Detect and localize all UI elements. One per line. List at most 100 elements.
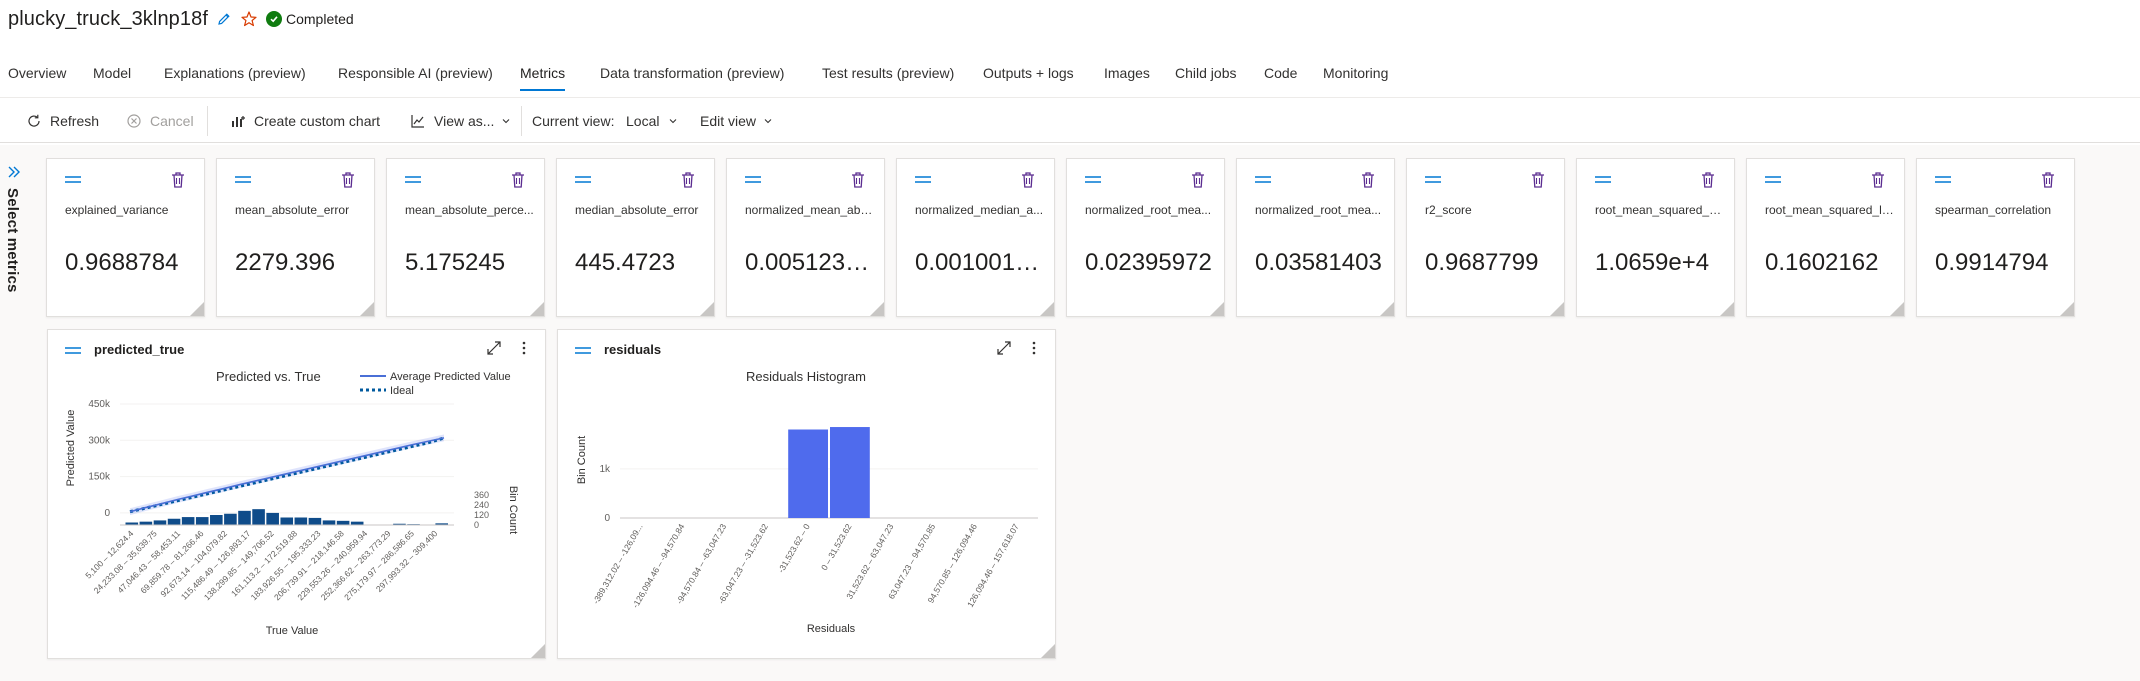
edit-pencil-icon[interactable] bbox=[216, 11, 232, 27]
resize-handle[interactable] bbox=[870, 302, 884, 316]
bin-count-bar bbox=[252, 509, 265, 525]
delete-trash-icon[interactable] bbox=[1700, 171, 1716, 189]
drag-handle-icon[interactable] bbox=[575, 176, 591, 184]
metric-card: normalized_root_mea... 0.03581403 bbox=[1236, 158, 1395, 317]
delete-trash-icon[interactable] bbox=[1020, 171, 1036, 189]
tab-explanations[interactable]: Explanations (preview) bbox=[164, 55, 306, 91]
delete-trash-icon[interactable] bbox=[170, 171, 186, 189]
histogram-bar bbox=[788, 429, 828, 518]
run-title: plucky_truck_3klnp18f bbox=[8, 7, 208, 30]
metric-card: explained_variance 0.9688784 bbox=[46, 158, 205, 317]
metric-name: root_mean_squared_lo... bbox=[1765, 203, 1895, 217]
tab-test-results[interactable]: Test results (preview) bbox=[822, 55, 954, 91]
drag-handle-icon[interactable] bbox=[1425, 176, 1441, 184]
resize-handle[interactable] bbox=[360, 302, 374, 316]
tab-code[interactable]: Code bbox=[1264, 55, 1297, 91]
tab-responsible-ai[interactable]: Responsible AI (preview) bbox=[338, 55, 493, 91]
top-bar: plucky_truck_3klnp18f Completed Overview… bbox=[0, 0, 2140, 145]
delete-trash-icon[interactable] bbox=[680, 171, 696, 189]
metric-card: mean_absolute_error 2279.396 bbox=[216, 158, 375, 317]
tab-outputs-logs[interactable]: Outputs + logs bbox=[983, 55, 1074, 91]
tab-metrics[interactable]: Metrics bbox=[520, 55, 566, 91]
edit-view-dropdown[interactable]: Edit view bbox=[700, 98, 774, 144]
current-view-label: Current view: bbox=[532, 113, 615, 129]
cancel-label: Cancel bbox=[150, 113, 194, 129]
y-axis-label: Predicted Value bbox=[65, 410, 77, 487]
metric-value: 0.9914794 bbox=[1935, 249, 2049, 276]
tab-monitoring[interactable]: Monitoring bbox=[1323, 55, 1388, 91]
metric-card: normalized_root_mea... 0.02395972 bbox=[1066, 158, 1225, 317]
resize-handle[interactable] bbox=[1380, 302, 1394, 316]
x-tick-label: -31,523.62 – 0 bbox=[776, 522, 812, 575]
tab-child-jobs[interactable]: Child jobs bbox=[1175, 55, 1236, 91]
y-axis-label: Bin Count bbox=[576, 436, 588, 484]
metric-card: normalized_mean_abs... 0.0051237... bbox=[726, 158, 885, 317]
resize-handle[interactable] bbox=[2060, 302, 2074, 316]
chart-icon bbox=[232, 116, 245, 127]
metric-name: root_mean_squared_er... bbox=[1595, 203, 1725, 217]
metric-card: normalized_median_a... 0.0010013... bbox=[896, 158, 1055, 317]
metric-name: mean_absolute_perce... bbox=[405, 203, 534, 217]
resize-handle[interactable] bbox=[530, 302, 544, 316]
confidence-band bbox=[130, 434, 444, 516]
bin-count-bar bbox=[195, 517, 209, 525]
drag-handle-icon[interactable] bbox=[65, 176, 81, 184]
drag-handle-icon[interactable] bbox=[235, 176, 251, 184]
drag-handle-icon[interactable] bbox=[745, 176, 761, 184]
resize-handle[interactable] bbox=[1720, 302, 1734, 316]
delete-trash-icon[interactable] bbox=[510, 171, 526, 189]
resize-handle[interactable] bbox=[1040, 302, 1054, 316]
refresh-button[interactable]: Refresh bbox=[26, 98, 99, 144]
current-view-dropdown[interactable]: Local bbox=[626, 98, 679, 144]
drag-handle-icon[interactable] bbox=[1255, 176, 1271, 184]
delete-trash-icon[interactable] bbox=[340, 171, 356, 189]
refresh-icon bbox=[28, 114, 40, 127]
resize-handle[interactable] bbox=[1210, 302, 1224, 316]
metric-name: explained_variance bbox=[65, 203, 169, 217]
drag-handle-icon[interactable] bbox=[405, 176, 421, 184]
delete-trash-icon[interactable] bbox=[1870, 171, 1886, 189]
status-text: Completed bbox=[286, 11, 354, 27]
metric-value: 445.4723 bbox=[575, 249, 676, 276]
chevron-down-icon bbox=[503, 119, 510, 124]
tab-model[interactable]: Model bbox=[93, 55, 131, 91]
cancel-button[interactable]: Cancel bbox=[126, 98, 194, 144]
delete-trash-icon[interactable] bbox=[1190, 171, 1206, 189]
residuals-histogram-chart: Residuals HistogramBin Count 1k0-389,312.… bbox=[576, 369, 1038, 635]
residuals-panel: residuals Residuals Histogram Bin Count 1k… bbox=[557, 329, 1056, 659]
select-metrics-toggle[interactable]: Select metrics bbox=[4, 188, 21, 293]
resize-handle[interactable] bbox=[1890, 302, 1904, 316]
x-tick-label: 0 – 31,523.62 bbox=[819, 522, 854, 572]
drag-handle-icon[interactable] bbox=[1085, 176, 1101, 184]
resize-handle[interactable] bbox=[700, 302, 714, 316]
delete-trash-icon[interactable] bbox=[2040, 171, 2056, 189]
drag-handle-icon[interactable] bbox=[1765, 176, 1781, 184]
double-chevron-right-icon[interactable] bbox=[6, 164, 22, 180]
delete-trash-icon[interactable] bbox=[1360, 171, 1376, 189]
toolbar-divider bbox=[207, 106, 208, 136]
resize-handle[interactable] bbox=[190, 302, 204, 316]
drag-handle-icon[interactable] bbox=[1595, 176, 1611, 184]
drag-handle-icon[interactable] bbox=[1935, 176, 1951, 184]
tab-data-transformation[interactable]: Data transformation (preview) bbox=[600, 55, 784, 91]
metric-card: median_absolute_error 445.4723 bbox=[556, 158, 715, 317]
tab-images[interactable]: Images bbox=[1104, 55, 1150, 91]
drag-handle-icon[interactable] bbox=[915, 176, 931, 184]
tab-overview[interactable]: Overview bbox=[8, 55, 66, 91]
refresh-label: Refresh bbox=[50, 113, 100, 129]
metric-value: 0.02395972 bbox=[1085, 249, 1212, 276]
y-tick-label: 1k bbox=[599, 464, 611, 475]
bin-count-bar bbox=[336, 520, 350, 525]
view-as-dropdown[interactable]: View as... bbox=[410, 98, 512, 144]
check-circle-icon bbox=[266, 11, 282, 27]
favorite-star-icon[interactable] bbox=[240, 10, 258, 28]
create-custom-chart-button[interactable]: Create custom chart bbox=[230, 98, 380, 144]
resize-handle[interactable] bbox=[1550, 302, 1564, 316]
metric-value: 0.0010013... bbox=[915, 249, 1047, 276]
delete-trash-icon[interactable] bbox=[850, 171, 866, 189]
y2-tick-label: 120 bbox=[474, 510, 489, 520]
resize-handle[interactable] bbox=[1041, 644, 1055, 658]
delete-trash-icon[interactable] bbox=[1530, 171, 1546, 189]
y2-axis-label: Bin Count bbox=[507, 486, 519, 534]
resize-handle[interactable] bbox=[531, 644, 545, 658]
